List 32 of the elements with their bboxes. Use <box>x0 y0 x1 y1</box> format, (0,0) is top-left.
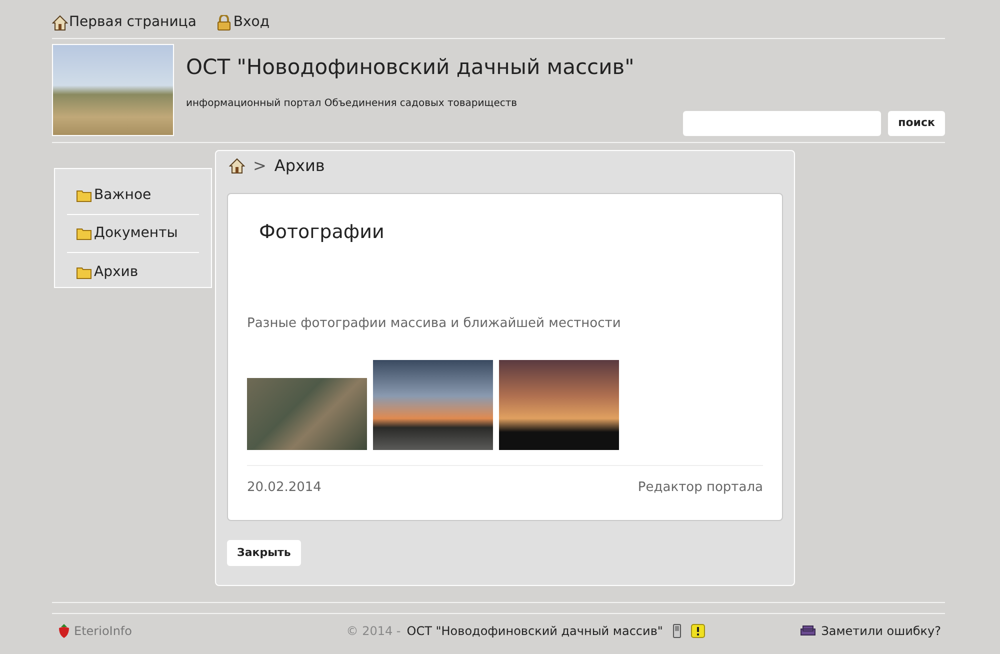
site-subtitle: информационный портал Объединения садовых товариществ <box>186 96 518 110</box>
strawberry-icon <box>56 622 72 638</box>
article-description: Разные фотографии массива и ближайшей местности <box>247 314 622 332</box>
article-date: 20.02.2014 <box>247 479 322 497</box>
sidebar-item[interactable]: Важное <box>67 177 199 215</box>
home-icon <box>229 158 245 174</box>
site-title: ОСТ "Новодофиновский дачный массив" <box>186 54 636 81</box>
copyright-text: © 2014 - <box>346 622 401 640</box>
photo-thumbnail[interactable] <box>499 360 619 450</box>
article-author: Редактор портала <box>638 479 763 497</box>
nav-link[interactable]: Первая страница <box>52 12 196 33</box>
search-field[interactable] <box>683 111 882 136</box>
photo-thumbnail[interactable] <box>373 360 493 450</box>
padlock-icon <box>216 14 232 30</box>
home-icon <box>52 14 68 30</box>
sidebar-item[interactable]: Документы <box>67 215 199 253</box>
footer-site-name: ОСТ "Новодофиновский дачный массив" <box>406 622 663 640</box>
nav-link[interactable]: Вход <box>216 12 270 33</box>
close-button[interactable]: Закрыть <box>227 540 301 566</box>
breadcrumb-current: Архив <box>274 155 325 177</box>
sidebar-item[interactable]: Архив <box>67 253 199 291</box>
breadcrumb-separator: > <box>253 155 266 177</box>
folder-icon <box>76 266 92 278</box>
feedback-link[interactable]: Заметили ошибку? <box>821 622 941 640</box>
photo-thumbnail[interactable] <box>247 378 367 450</box>
search-button[interactable]: поиск <box>888 111 945 136</box>
article-title: Фотографии <box>258 220 386 245</box>
folder-icon <box>76 189 92 202</box>
armchair-icon <box>799 624 818 638</box>
folder-icon <box>76 227 92 240</box>
phone-icon <box>672 624 681 638</box>
warning-icon <box>690 624 705 638</box>
